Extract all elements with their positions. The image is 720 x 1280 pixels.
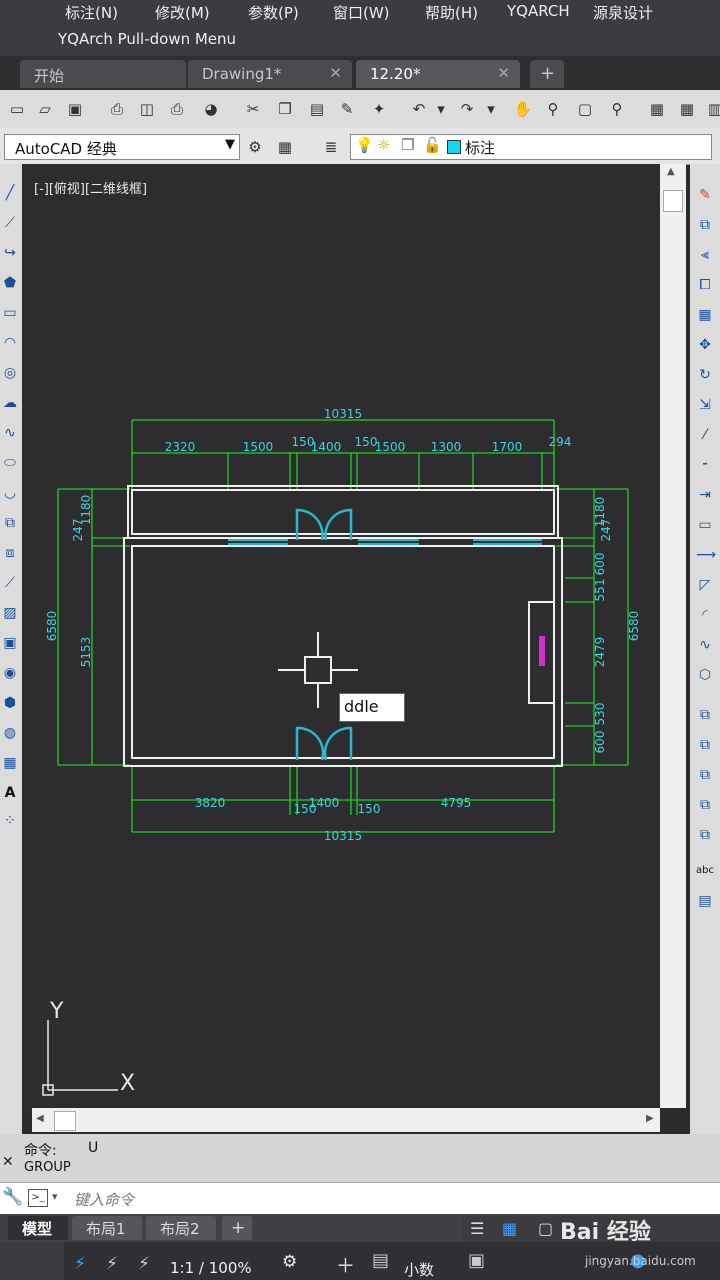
- horizontal-scroll-thumb[interactable]: [54, 1111, 76, 1131]
- chevron-down-icon[interactable]: ▾: [52, 1190, 58, 1203]
- dim-top-3: 1400: [311, 440, 342, 454]
- annotation-visibility-icon[interactable]: ⚡: [106, 1254, 118, 1274]
- command-history-group: GROUP: [24, 1160, 71, 1175]
- dim-right-4: 551: [593, 579, 607, 602]
- tab-label: 布局2: [160, 1220, 200, 1238]
- dim-right-2: 247: [599, 519, 613, 542]
- tab-layout1[interactable]: 布局1: [72, 1216, 142, 1240]
- wardrobe-label: [539, 636, 545, 666]
- dim-top-8: 294: [549, 435, 572, 449]
- dim-top-total: 10315: [324, 407, 362, 421]
- status-scale[interactable]: 1:1 / 100%: [170, 1259, 252, 1277]
- scroll-up-icon[interactable]: ▲: [667, 166, 675, 177]
- snap-icon[interactable]: ▢: [538, 1219, 553, 1238]
- plus-icon: +: [231, 1218, 246, 1238]
- dynamic-input-box[interactable]: ddle: [339, 693, 405, 722]
- dim-bottom-0: 3820: [195, 796, 226, 810]
- command-history-label: 命令:: [24, 1143, 57, 1159]
- tab-label: 模型: [22, 1220, 53, 1238]
- tab-label: 布局1: [86, 1220, 126, 1238]
- dim-top-0: 2320: [165, 440, 196, 454]
- walls: [123, 485, 563, 767]
- auto-scale-icon[interactable]: ⚡: [138, 1254, 150, 1274]
- dim-bottom-4: 4795: [441, 796, 472, 810]
- vertical-scroll-thumb[interactable]: [663, 190, 683, 212]
- command-input[interactable]: 🔧 >_ ▾ 键入命令: [0, 1182, 720, 1215]
- status-units[interactable]: 小数: [404, 1259, 434, 1280]
- close-icon[interactable]: ✕: [2, 1154, 14, 1170]
- dim-top-7: 1700: [492, 440, 523, 454]
- windows: [228, 539, 542, 545]
- command-history: 命令: U GROUP ✕: [0, 1134, 720, 1182]
- dim-top-5: 1500: [375, 440, 406, 454]
- tab-layout2[interactable]: 布局2: [146, 1216, 216, 1240]
- dim-left-0: 6580: [45, 611, 59, 642]
- dim-bottom-3: 150: [358, 802, 381, 816]
- properties-icon[interactable]: ▤: [372, 1250, 389, 1271]
- dim-right-5: 2479: [593, 637, 607, 668]
- dim-right-7: 600: [593, 731, 607, 754]
- ucs-y-label: Y: [49, 999, 64, 1024]
- baidu-watermark-url: jingyan.baidu.com: [585, 1254, 696, 1268]
- dimension-lines: [57, 419, 629, 833]
- tab-model[interactable]: 模型: [8, 1216, 68, 1240]
- gear-icon[interactable]: ⚙: [282, 1252, 297, 1272]
- grid-icon[interactable]: ▦: [502, 1219, 517, 1238]
- ucs-icon: [42, 1020, 118, 1096]
- quick-properties-icon[interactable]: ▣: [468, 1250, 485, 1271]
- ucs-x-label: X: [120, 1071, 135, 1096]
- command-placeholder: 键入命令: [74, 1191, 135, 1209]
- dim-bottom-total: 10315: [324, 829, 362, 843]
- command-prompt-icon[interactable]: >_: [28, 1189, 48, 1207]
- vertical-scrollbar[interactable]: ▲: [660, 164, 686, 1108]
- scroll-right-icon[interactable]: ▶: [646, 1113, 654, 1124]
- baidu-watermark: Bai 经验: [560, 1220, 651, 1245]
- floor-plan: 10315 2320 1500 150 1400 150 1500 1300 1…: [42, 407, 641, 1096]
- add-layout-button[interactable]: +: [222, 1216, 252, 1240]
- dim-bottom-2: 150: [294, 802, 317, 816]
- annotation-scale-icon[interactable]: ⚡: [74, 1254, 86, 1274]
- doors: [295, 508, 353, 761]
- scroll-left-icon[interactable]: ◀: [36, 1113, 44, 1124]
- dim-left-1: 5153: [79, 637, 93, 668]
- dim-right-0: 6580: [627, 611, 641, 642]
- dim-top-6: 1300: [431, 440, 462, 454]
- dim-right-3: 600: [593, 553, 607, 576]
- dimension-texts: 10315 2320 1500 150 1400 150 1500 1300 1…: [45, 407, 641, 843]
- list-icon[interactable]: ☰: [470, 1219, 484, 1238]
- ucs-labels: Y X: [49, 999, 135, 1096]
- plus-icon[interactable]: ＋: [336, 1251, 355, 1278]
- command-history-value: U: [88, 1140, 99, 1156]
- dim-top-1: 1500: [243, 440, 274, 454]
- dynamic-input-text: ddle: [344, 697, 379, 716]
- horizontal-scrollbar[interactable]: ◀ ▶: [32, 1108, 660, 1132]
- wrench-icon[interactable]: 🔧: [2, 1187, 23, 1207]
- dim-left-3: 1180: [79, 495, 93, 526]
- dim-right-6: 530: [593, 703, 607, 726]
